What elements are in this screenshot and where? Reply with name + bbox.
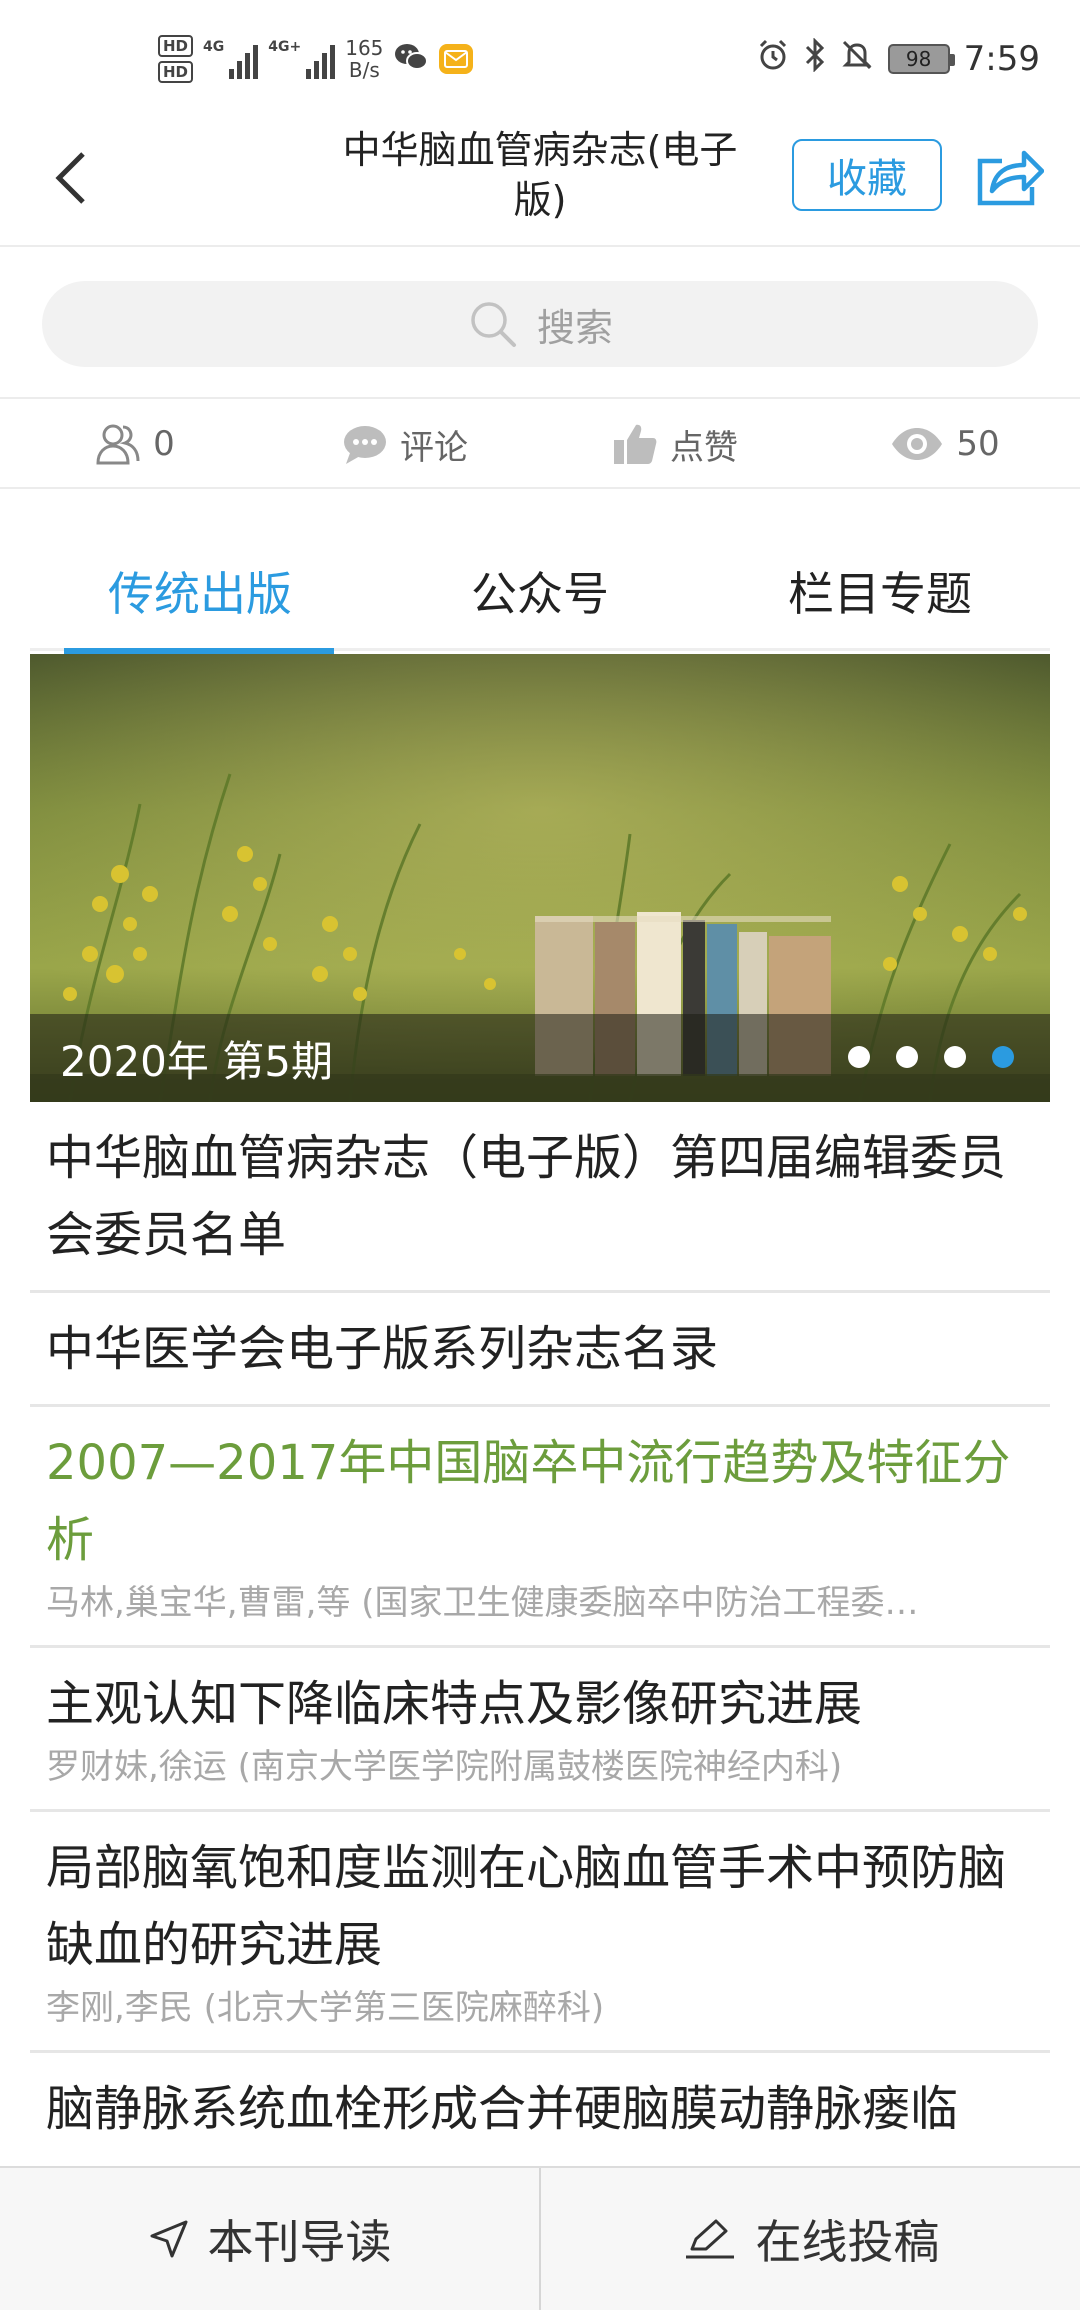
article-authors: 李刚,李民 (北京大学第三医院麻醉科): [46, 1988, 605, 2028]
search-placeholder: 搜索: [536, 305, 613, 350]
clock: 7:59: [963, 39, 1040, 79]
like-stat[interactable]: 点赞: [540, 401, 810, 487]
hd2-badge: HD: [158, 61, 194, 83]
article-item[interactable]: 2007—2017年中国脑卒中流行趋势及特征分析 马林,巢宝华,曹雷,等 (国家…: [30, 1407, 1050, 1648]
carousel-dot[interactable]: [848, 1046, 870, 1068]
status-bar: HD HD 4G 4G+ 165 B/s 98 7:59: [0, 0, 1080, 115]
article-authors: 罗财妹,徐运 (南京大学医学院附属鼓楼医院神经内科): [46, 1747, 843, 1787]
mail-app-icon: [439, 44, 474, 74]
hd1-badge: HD: [158, 35, 194, 57]
share-icon: [977, 150, 1044, 206]
online-submission-button[interactable]: 在线投稿: [539, 2168, 1080, 2310]
article-title: 脑静脉系统血栓形成合并硬脑膜动静脉瘘临: [46, 2081, 959, 2137]
comment-icon: [344, 426, 386, 464]
article-title: 中华脑血管病杂志（电子版）第四届编辑委员会委员名单: [46, 1130, 1007, 1263]
article-title: 中华医学会电子版系列杂志名录: [46, 1321, 719, 1377]
like-label: 点赞: [670, 427, 738, 468]
search-input[interactable]: 搜索: [42, 281, 1038, 367]
alarm-icon: [756, 38, 790, 80]
journal-guide-label: 本刊导读: [207, 2215, 392, 2269]
network-speed: 165 B/s: [345, 36, 384, 82]
navigation-arrow-icon: [150, 2220, 187, 2258]
journal-guide-button[interactable]: 本刊导读: [0, 2168, 539, 2310]
search-icon: [471, 302, 516, 347]
tab-column-topics[interactable]: 栏目专题: [710, 531, 1050, 651]
article-item[interactable]: 主观认知下降临床特点及影像研究进展 罗财妹,徐运 (南京大学医学院附属鼓楼医院神…: [30, 1648, 1050, 1812]
article-title: 2007—2017年中国脑卒中流行趋势及特征分析: [46, 1435, 1011, 1568]
tab-bar: 传统出版 公众号 栏目专题: [30, 531, 1050, 654]
battery-icon: 98: [887, 44, 955, 74]
views-count: 50: [956, 424, 1000, 464]
online-submission-label: 在线投稿: [755, 2215, 940, 2269]
bluetooth-icon: [804, 37, 826, 80]
mute-bell-icon: [840, 38, 874, 80]
article-title: 局部脑氧饱和度监测在心脑血管手术中预防脑缺血的研究进展: [46, 1840, 1007, 1973]
article-authors: 马林,巢宝华,曹雷,等 (国家卫生健康委脑卒中防治工程委…: [46, 1583, 919, 1623]
carousel-dot[interactable]: [944, 1046, 966, 1068]
page-title: 中华脑血管病杂志(电子版): [342, 128, 738, 222]
followers-count: 0: [153, 424, 175, 464]
tab-official-account[interactable]: 公众号: [370, 531, 710, 651]
app-header: 中华脑血管病杂志(电子版) 收藏: [0, 115, 1080, 247]
comment-stat[interactable]: 评论: [270, 401, 540, 487]
wechat-icon: [393, 41, 429, 77]
article-list: 中华脑血管病杂志（电子版）第四届编辑委员会委员名单 中华医学会电子版系列杂志名录…: [30, 1102, 1050, 2164]
article-item[interactable]: 中华医学会电子版系列杂志名录: [30, 1293, 1050, 1407]
tab-traditional-publishing[interactable]: 传统出版: [30, 531, 370, 654]
app-screen: HD HD 4G 4G+ 165 B/s 98 7:59 中华脑血管病杂志(电子…: [0, 0, 1080, 2310]
issue-banner[interactable]: 2020年 第5期: [30, 654, 1050, 1102]
followers-stat[interactable]: 0: [0, 401, 270, 487]
stats-bar: 0 评论 点赞 50: [0, 401, 1080, 489]
eye-icon: [892, 428, 943, 460]
carousel-dot[interactable]: [896, 1046, 918, 1068]
share-button[interactable]: [972, 139, 1048, 215]
signal-sim2-icon: 4G+: [268, 39, 336, 79]
article-item[interactable]: 中华脑血管病杂志（电子版）第四届编辑委员会委员名单: [30, 1102, 1050, 1293]
hd-indicator: HD HD: [158, 35, 194, 83]
article-title: 主观认知下降临床特点及影像研究进展: [46, 1676, 863, 1732]
chevron-left-icon: [55, 152, 85, 204]
signal-sim1-icon: 4G: [203, 39, 259, 79]
search-section: 搜索: [0, 249, 1080, 399]
views-stat: 50: [810, 401, 1080, 487]
pen-edit-icon: [685, 2219, 734, 2259]
carousel-dot-active[interactable]: [992, 1046, 1014, 1068]
users-icon: [96, 424, 140, 465]
carousel-indicator: [848, 1046, 1014, 1068]
comment-label: 评论: [400, 427, 468, 468]
thumbs-up-icon: [614, 424, 657, 464]
favorite-button[interactable]: 收藏: [792, 139, 942, 211]
bottom-action-bar: 本刊导读 在线投稿: [0, 2166, 1080, 2310]
article-item[interactable]: 局部脑氧饱和度监测在心脑血管手术中预防脑缺血的研究进展 李刚,李民 (北京大学第…: [30, 1812, 1050, 2053]
back-button[interactable]: [36, 143, 106, 213]
article-item[interactable]: 脑静脉系统血栓形成合并硬脑膜动静脉瘘临: [30, 2053, 1050, 2164]
